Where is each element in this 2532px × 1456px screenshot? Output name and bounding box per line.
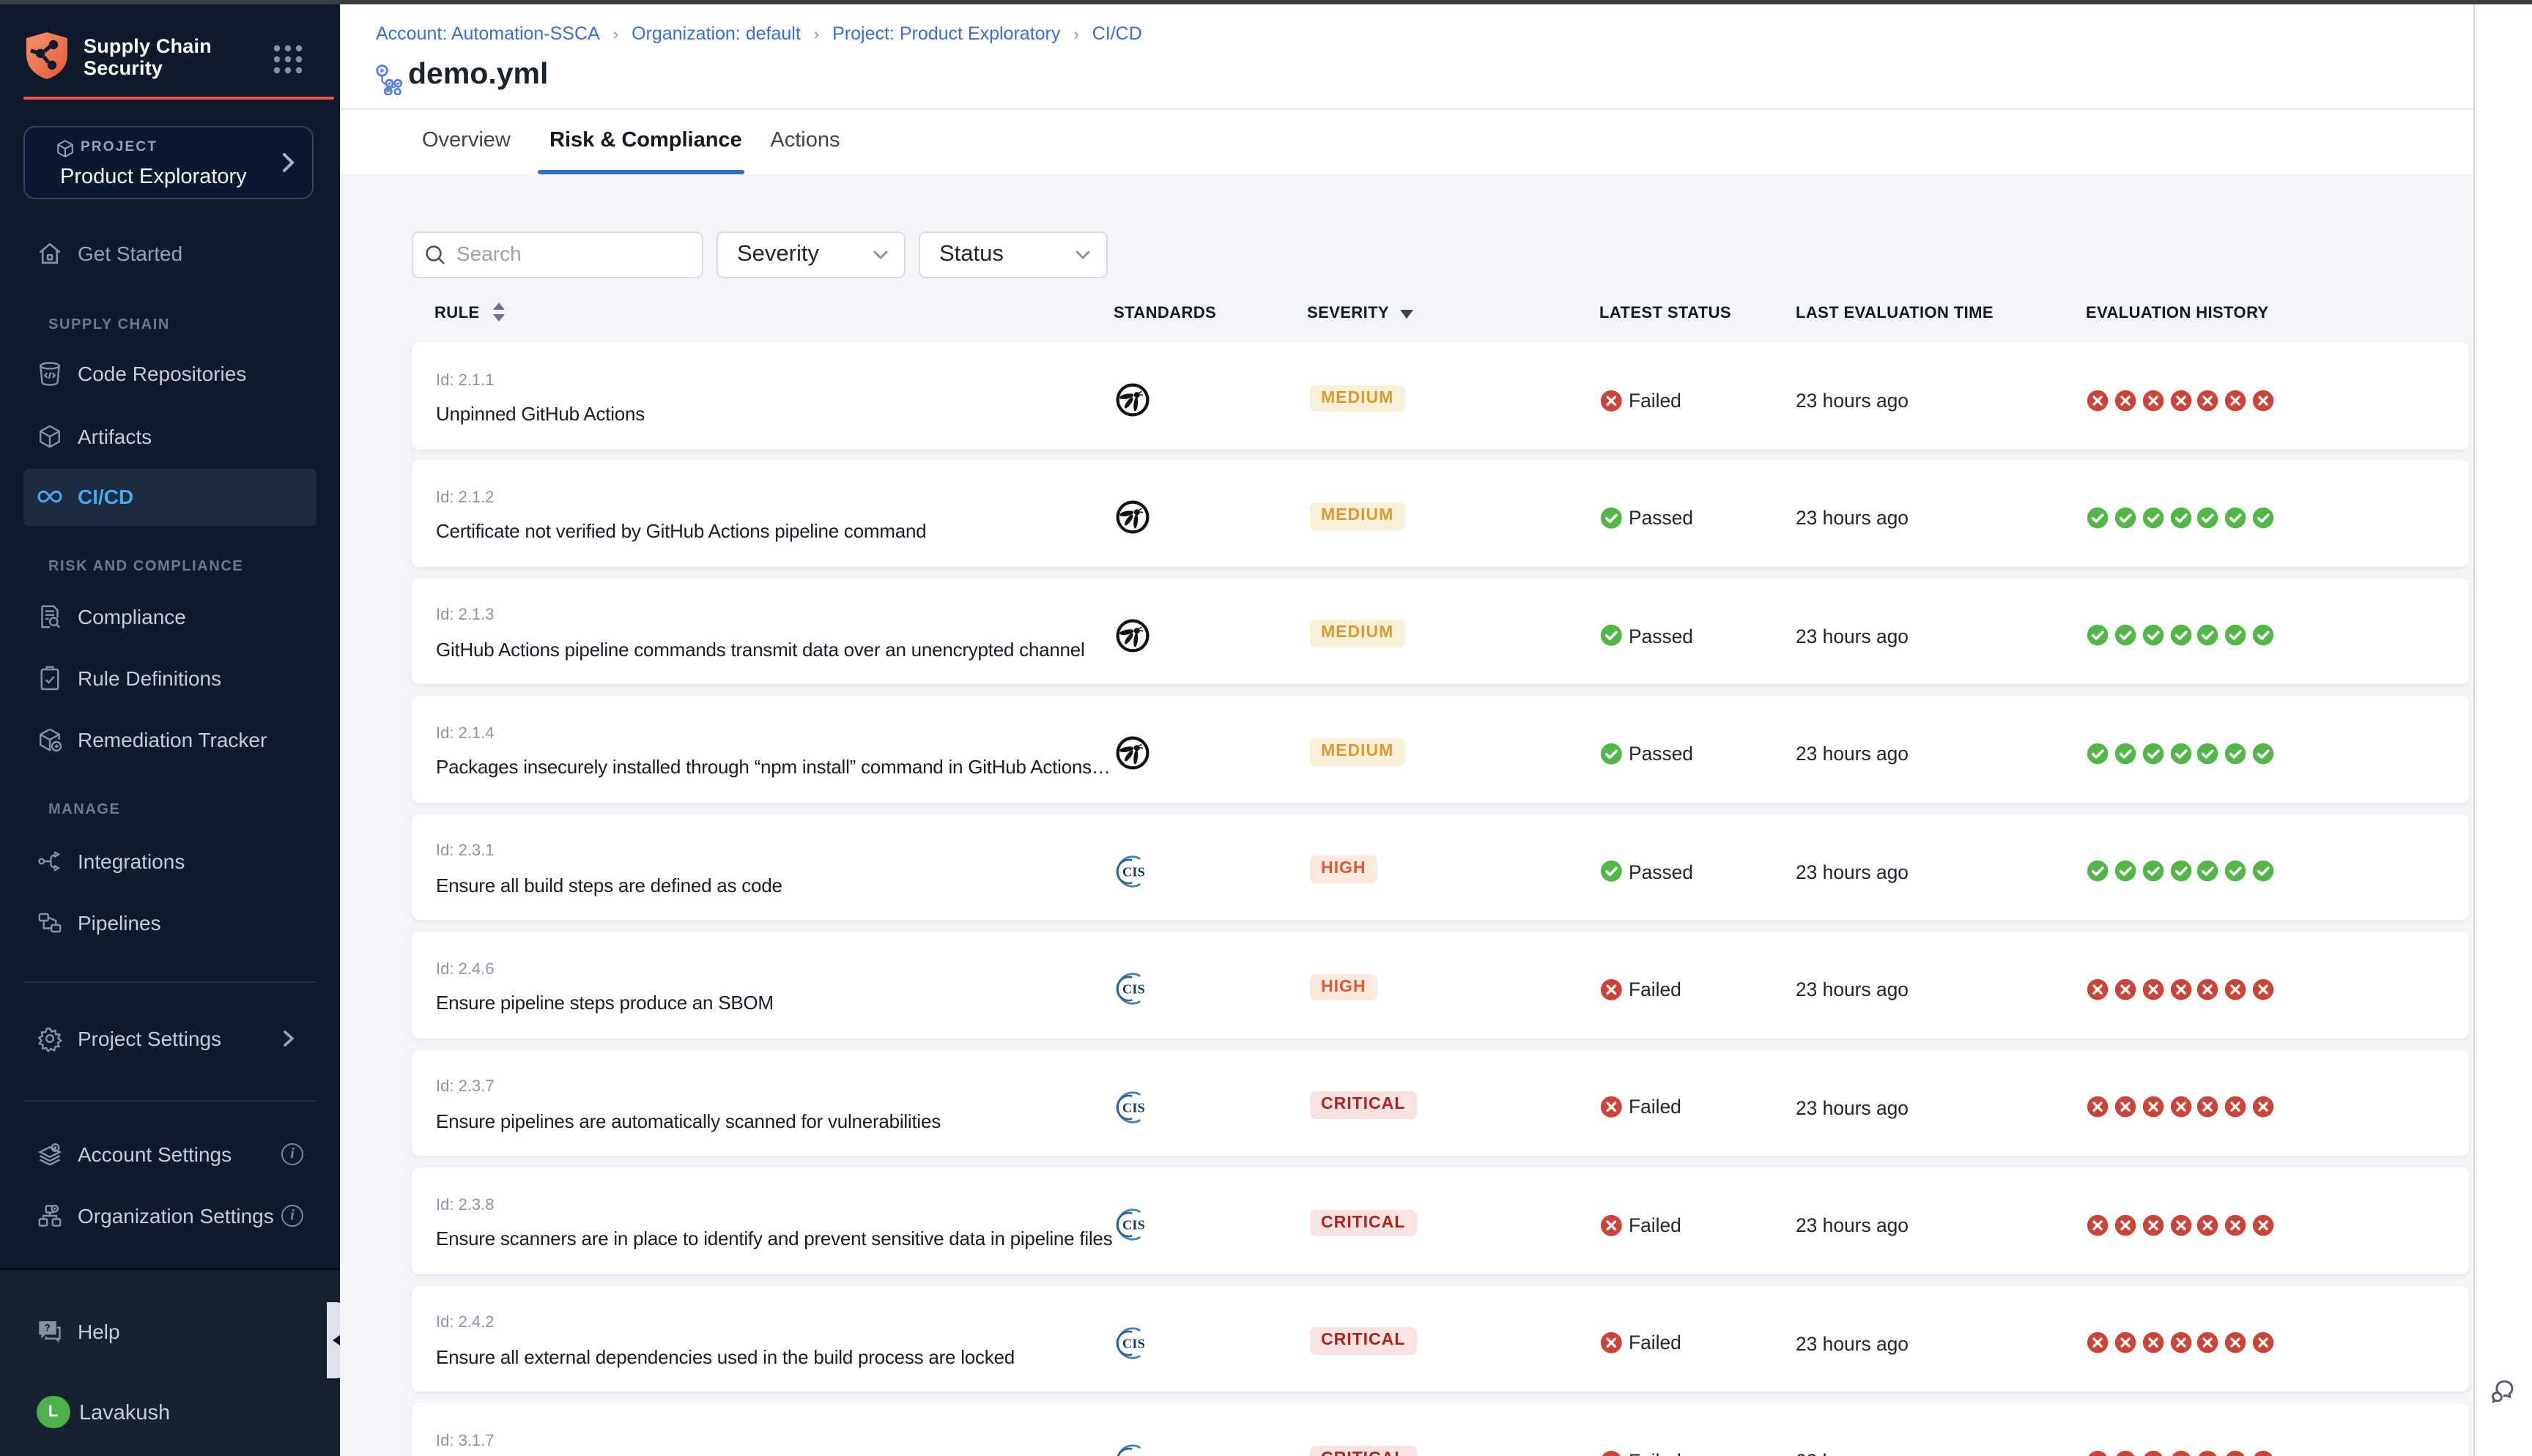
svg-text:?: ? <box>45 1322 51 1333</box>
